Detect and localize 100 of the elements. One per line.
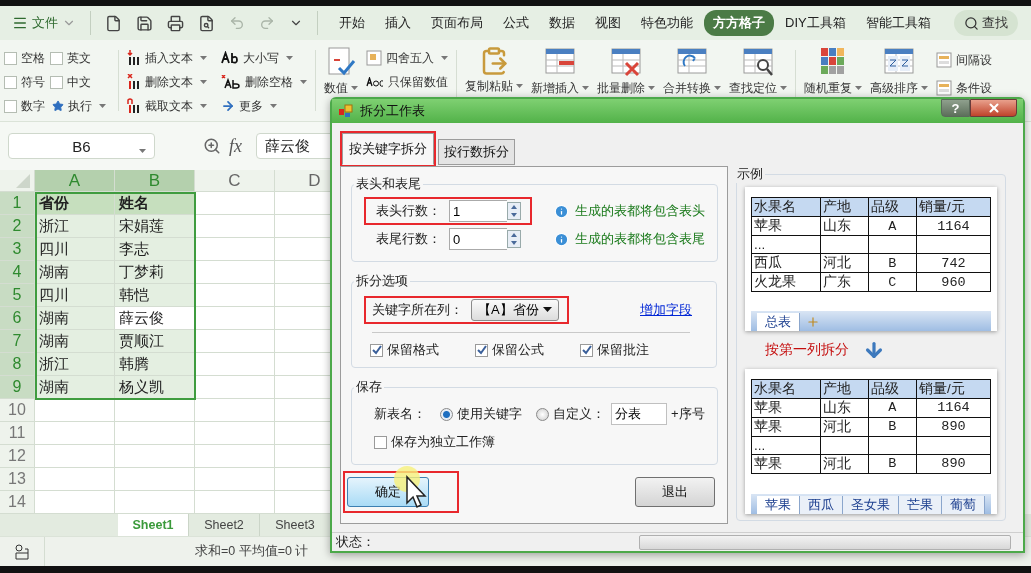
menu-tab[interactable]: 插入	[376, 10, 420, 36]
ribbon-button[interactable]: 合并转换	[661, 46, 723, 97]
caret-icon	[200, 55, 207, 61]
table-cell: 姓名	[115, 192, 195, 215]
checkbox-label: 保留格式	[387, 341, 439, 359]
ribbon-tool[interactable]: 四舍五入	[364, 46, 450, 70]
file-menu[interactable]: 文件	[8, 14, 80, 32]
table-cell: B	[868, 417, 917, 436]
name-box[interactable]: B6	[8, 133, 155, 159]
menu-tab[interactable]: 页面布局	[422, 10, 492, 36]
checkbox[interactable]	[580, 343, 593, 357]
table-cell: 韩恺	[115, 284, 195, 307]
table-cell: 湖南	[35, 330, 115, 353]
table-cell: 韩腾	[115, 353, 195, 376]
caret-icon	[286, 55, 293, 61]
ribbon-button[interactable]: 查找定位	[727, 46, 789, 97]
caret-icon	[855, 86, 862, 91]
caret-icon	[542, 307, 552, 313]
checkbox[interactable]	[370, 343, 383, 357]
number-field[interactable]: 0	[449, 228, 507, 250]
run-button[interactable]: 执行	[50, 97, 112, 115]
menu-tab[interactable]: 公式	[494, 10, 538, 36]
checkbox[interactable]	[4, 51, 17, 65]
ribbon-button[interactable]: 复制粘贴	[463, 46, 525, 95]
menu-tab[interactable]: 方方格子	[704, 10, 774, 36]
menu-tab[interactable]: 智能工具箱	[856, 10, 940, 36]
close-button[interactable]	[970, 99, 1017, 117]
exit-button[interactable]: 退出	[635, 477, 715, 507]
ribbon-tool[interactable]: 删除文本	[125, 73, 209, 91]
checkbox[interactable]	[374, 435, 387, 449]
table-cell: 杨义凯	[115, 376, 195, 399]
sheet-icon	[936, 52, 952, 68]
sheet-name-field[interactable]: 分表	[611, 403, 667, 425]
checkbox[interactable]	[475, 343, 488, 357]
ribbon-button[interactable]: 新增插入	[529, 46, 591, 97]
menu-tab[interactable]: DIY工具箱	[776, 10, 855, 36]
insert-text-icon	[127, 50, 141, 66]
checkbox[interactable]	[4, 75, 17, 89]
table-cell: 890	[916, 454, 991, 473]
checkbox[interactable]	[50, 51, 63, 65]
table-cell: 河北	[820, 454, 869, 473]
radio-label: 自定义：	[553, 405, 605, 423]
help-button[interactable]: ?	[941, 99, 970, 117]
radio-button[interactable]	[536, 407, 549, 421]
ribbon-tool[interactable]: 间隔设	[934, 46, 994, 74]
field-label: 表头行数：	[376, 202, 441, 220]
star-icon	[52, 100, 64, 112]
ribbon-tool[interactable]: 更多	[219, 97, 309, 115]
search-button[interactable]: 查找	[953, 10, 1018, 36]
radio-button[interactable]	[440, 407, 453, 421]
column-header[interactable]: C	[195, 170, 275, 192]
caret-icon	[139, 149, 146, 154]
sheet-tab[interactable]: Sheet1	[118, 514, 189, 536]
number-button[interactable]: 数值	[322, 46, 360, 97]
caret-icon	[648, 86, 655, 91]
ribbon-button[interactable]: 高级排序	[868, 46, 930, 97]
row-header[interactable]: 10	[0, 399, 35, 422]
row-header[interactable]: 13	[0, 468, 35, 491]
table-round-icon	[366, 50, 382, 66]
row-header[interactable]: 14	[0, 491, 35, 514]
checkbox-label: 符号	[21, 73, 45, 91]
menu-tab[interactable]: 特色功能	[632, 10, 702, 36]
ribbon-tool[interactable]: 条件设	[934, 74, 994, 102]
new-sheet-icon	[806, 314, 820, 329]
table-cell: 浙江	[35, 353, 115, 376]
menu-tab[interactable]: 数据	[540, 10, 584, 36]
ribbon-tool[interactable]: 大小写	[219, 49, 309, 67]
number-field[interactable]: 1	[449, 200, 507, 222]
add-field-link[interactable]: 增加字段	[640, 301, 692, 319]
caret-icon	[200, 103, 207, 109]
column-dropdown[interactable]: 【A】省份	[471, 299, 559, 321]
table-cell: 李志	[115, 238, 195, 261]
menu-tab[interactable]: 视图	[586, 10, 630, 36]
dialog-tab[interactable]: 按关键字拆分	[342, 133, 434, 165]
row-header[interactable]: 12	[0, 445, 35, 468]
caret-icon	[516, 84, 523, 89]
checkbox[interactable]	[4, 99, 17, 113]
sheet-icon	[936, 80, 952, 96]
spinner-icon	[507, 230, 521, 248]
ribbon-button[interactable]: 批量删除	[595, 46, 657, 97]
dialog-tab[interactable]: 按行数拆分	[438, 139, 515, 165]
ribbon-tool[interactable]: 插入文本	[125, 49, 209, 67]
checkbox[interactable]	[50, 75, 63, 89]
menu-tab[interactable]: 开始	[330, 10, 374, 36]
table-cell	[868, 235, 917, 254]
table-cell: 广东	[820, 272, 869, 292]
table-cell: C	[868, 272, 917, 292]
table-cell: A	[868, 398, 917, 417]
ribbon-button[interactable]: 随机重复	[802, 46, 864, 97]
ribbon-tool[interactable]: 截取文本	[125, 97, 209, 115]
checkbox-label: 英文	[67, 49, 91, 67]
row-header[interactable]: 11	[0, 422, 35, 445]
ribbon-tool[interactable]: 删除空格	[219, 73, 309, 91]
table-header: 销量/元	[916, 197, 991, 217]
ribbon-tool[interactable]: 只保留数值	[364, 70, 450, 94]
group-title: 保存	[355, 378, 383, 396]
table-cell: 河北	[820, 417, 869, 436]
table-header: 品级	[868, 379, 917, 398]
macro-icon	[13, 542, 31, 561]
checkbox-label: 保存为独立工作簿	[391, 433, 495, 451]
